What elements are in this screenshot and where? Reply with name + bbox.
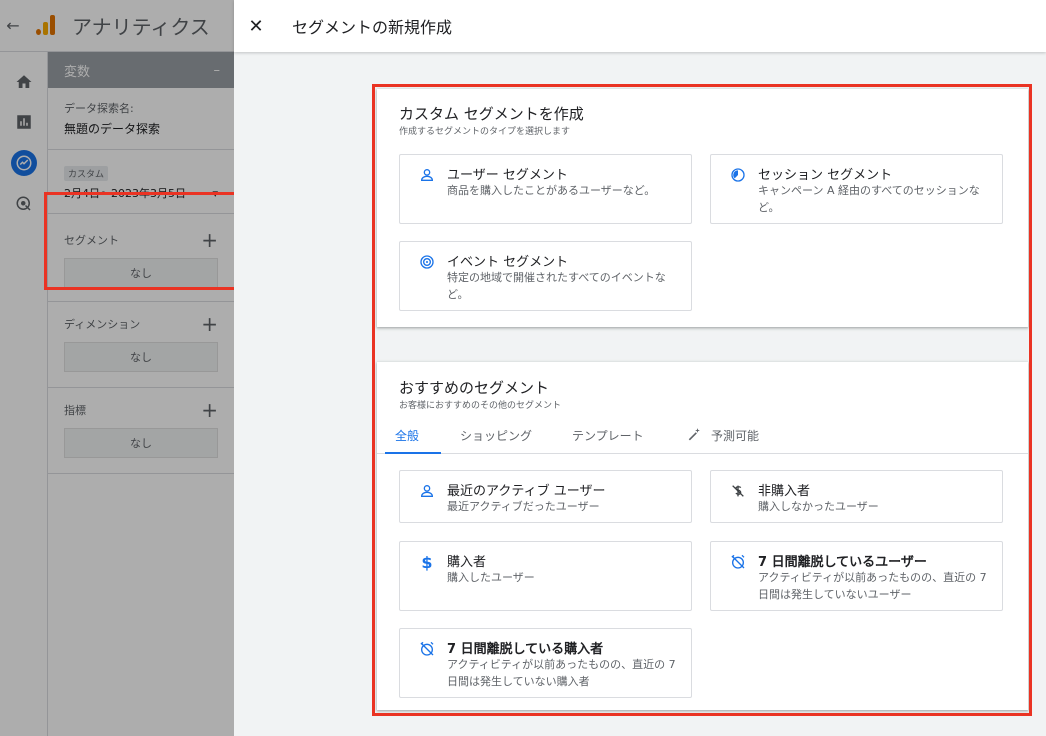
custom-segment-card: カスタム セグメントを作成 作成するセグメントのタイプを選択します ユーザー セ… (377, 89, 1028, 327)
option-desc: アクティビティが以前あったものの、直近の 7 日間は発生していないユーザー (758, 571, 987, 601)
modal-scrim[interactable] (0, 0, 234, 736)
option-desc: アクティビティが以前あったものの、直近の 7 日間は発生していない購入者 (447, 658, 676, 688)
option-desc: 商品を購入したことがあるユーザーなど。 (447, 184, 656, 197)
close-icon[interactable]: ✕ (234, 16, 278, 37)
custom-segment-title: カスタム セグメントを作成 (399, 105, 584, 123)
dollar-icon: $ (421, 552, 433, 572)
tab-general[interactable]: 全般 (395, 417, 419, 454)
recommended-tabs: 全般 ショッピング テンプレート 予測可能 (377, 417, 1028, 454)
purchasers-option[interactable]: $ 購入者 購入したユーザー (399, 541, 692, 611)
option-title: セッション セグメント (758, 168, 893, 183)
dialog-title: セグメントの新規作成 (292, 18, 453, 37)
recommended-subtitle: お客様におすすめのその他のセグメント (399, 401, 562, 411)
option-title: 7 日間離脱しているユーザー (758, 555, 927, 570)
option-title: 購入者 (447, 555, 487, 570)
magic-wand-icon (687, 427, 701, 444)
option-desc: キャンペーン A 経由のすべてのセッションなど。 (758, 184, 980, 214)
option-title: 7 日間離脱している購入者 (447, 642, 604, 657)
new-segment-dialog: ✕ セグメントの新規作成 カスタム セグメントを作成 作成するセグメントのタイプ… (234, 0, 1046, 736)
session-icon (729, 166, 747, 184)
dialog-header: ✕ セグメントの新規作成 (234, 0, 1046, 52)
session-segment-option[interactable]: セッション セグメント キャンペーン A 経由のすべてのセッションなど。 (710, 154, 1003, 224)
option-title: 最近のアクティブ ユーザー (447, 484, 606, 499)
option-desc: 最近アクティブだったユーザー (447, 500, 600, 513)
non-purchasers-option[interactable]: 非購入者 購入しなかったユーザー (710, 470, 1003, 523)
option-desc: 購入したユーザー (447, 571, 535, 584)
tab-templates[interactable]: テンプレート (572, 417, 644, 454)
alarm-off-icon (729, 553, 747, 571)
no-purchase-icon (729, 482, 747, 500)
user-segment-option[interactable]: ユーザー セグメント 商品を購入したことがあるユーザーなど。 (399, 154, 692, 224)
tab-shopping[interactable]: ショッピング (460, 417, 532, 454)
option-desc: 購入しなかったユーザー (758, 500, 879, 513)
person-icon (418, 482, 436, 500)
recommended-segments-card: おすすめのセグメント お客様におすすめのその他のセグメント 全般 ショッピング … (377, 362, 1028, 710)
alarm-off-icon (418, 640, 436, 658)
option-title: イベント セグメント (447, 255, 569, 270)
tab-active-indicator (385, 452, 441, 454)
highlight-box-segments (44, 192, 237, 290)
tab-predictive[interactable]: 予測可能 (687, 417, 759, 454)
event-icon (418, 253, 436, 271)
option-title: ユーザー セグメント (447, 168, 568, 183)
recent-active-users-option[interactable]: 最近のアクティブ ユーザー 最近アクティブだったユーザー (399, 470, 692, 523)
lapsed-purchasers-7d-option[interactable]: 7 日間離脱している購入者 アクティビティが以前あったものの、直近の 7 日間は… (399, 628, 692, 698)
recommended-title: おすすめのセグメント (399, 379, 550, 397)
lapsed-users-7d-option[interactable]: 7 日間離脱しているユーザー アクティビティが以前あったものの、直近の 7 日間… (710, 541, 1003, 611)
option-title: 非購入者 (758, 484, 811, 499)
event-segment-option[interactable]: イベント セグメント 特定の地域で開催されたすべてのイベントなど。 (399, 241, 692, 311)
option-desc: 特定の地域で開催されたすべてのイベントなど。 (447, 271, 666, 301)
person-icon (418, 166, 436, 184)
custom-segment-subtitle: 作成するセグメントのタイプを選択します (399, 127, 571, 137)
